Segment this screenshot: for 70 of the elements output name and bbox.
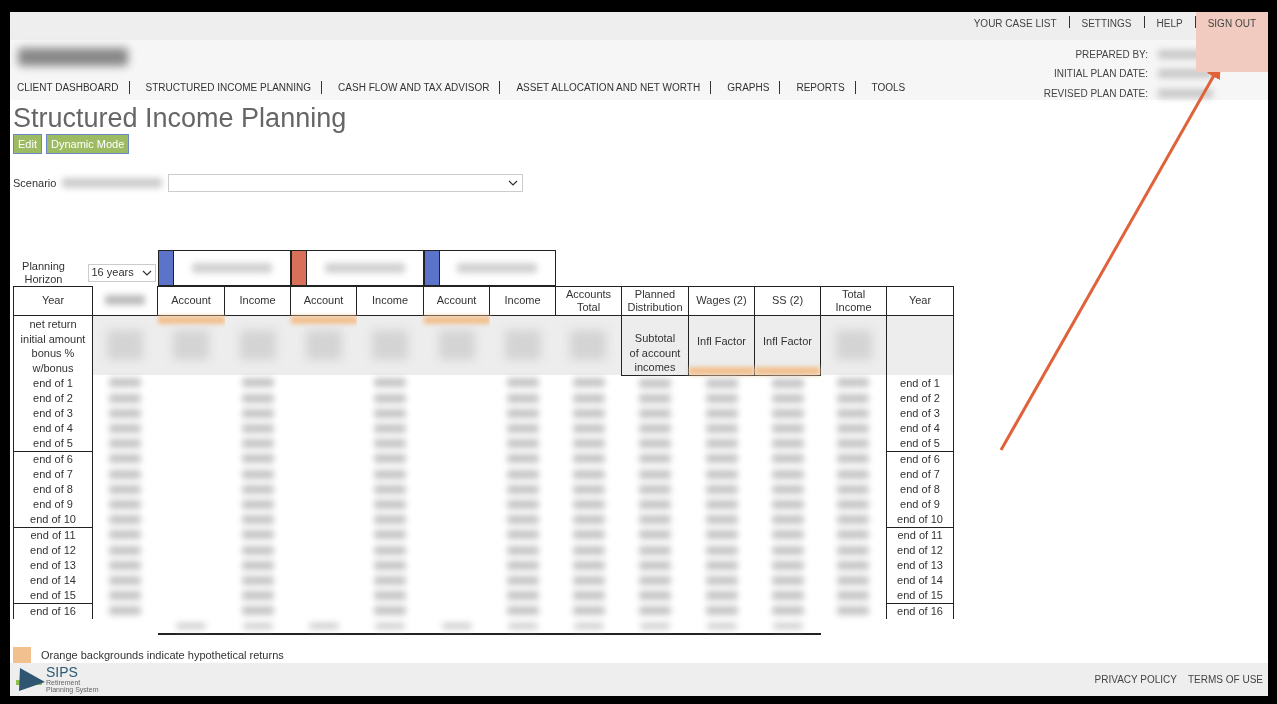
year-cell: end of 9 <box>886 496 954 512</box>
info-label: PREPARED BY: <box>1074 49 1148 61</box>
year-cell: end of 16 <box>13 603 93 619</box>
nav-link[interactable]: REPORTS <box>796 82 855 93</box>
year-cell: end of 3 <box>886 405 954 421</box>
year-cell: end of 5 <box>886 435 954 452</box>
year-cell: end of 4 <box>13 420 93 436</box>
column-header: Planned Distribution <box>621 286 689 316</box>
top-link[interactable]: HELP <box>1144 12 1195 34</box>
column-header: Account <box>423 286 490 316</box>
footer-link[interactable]: TERMS OF USE <box>1188 673 1263 685</box>
year-cell: end of 11 <box>13 527 93 543</box>
legend-text: Orange backgrounds indicate hypothetical returns <box>41 648 284 661</box>
top-link[interactable]: SETTINGS <box>1069 12 1144 34</box>
nav-link[interactable]: GRAPHS <box>727 82 780 93</box>
year-cell: end of 16 <box>886 603 954 619</box>
year-cell: end of 12 <box>886 542 954 558</box>
year-cell: end of 7 <box>13 466 93 482</box>
year-cell: end of 8 <box>886 481 954 497</box>
top-link[interactable]: YOUR CASE LIST <box>961 12 1069 34</box>
year-cell: end of 15 <box>886 587 954 604</box>
nav-link[interactable]: STRUCTURED INCOME PLANNING <box>145 82 322 93</box>
year-cell: end of 6 <box>886 451 954 467</box>
year-cell: end of 6 <box>13 451 93 467</box>
year-cell: end of 7 <box>886 466 954 482</box>
year-cell: end of 11 <box>886 527 954 543</box>
year-cell: end of 13 <box>13 557 93 573</box>
nav-link[interactable]: CLIENT DASHBOARD <box>17 82 129 93</box>
year-cell: end of 10 <box>13 511 93 528</box>
column-header: Year <box>13 286 93 316</box>
footer-link[interactable]: PRIVACY POLICY <box>1094 673 1177 685</box>
page-title: Structured Income Planning <box>13 101 348 134</box>
column-header: Account <box>290 286 357 316</box>
year-cell: end of 3 <box>13 405 93 421</box>
column-header: Income <box>224 286 291 316</box>
year-cell: end of 8 <box>13 481 93 497</box>
column-header: Total Income <box>820 286 887 316</box>
logo-name: SIPS <box>46 665 78 680</box>
year-cell: end of 4 <box>886 420 954 436</box>
info-label: INITIAL PLAN DATE: <box>1053 68 1148 80</box>
planning-horizon-select[interactable]: 16 years <box>87 263 156 282</box>
year-cell: end of 1 <box>13 375 93 391</box>
info-cell-text: Infl Factor <box>696 333 747 349</box>
top-link[interactable]: SIGN OUT <box>1195 12 1268 72</box>
year-cell: end of 13 <box>886 557 954 573</box>
year-cell: end of 9 <box>13 496 93 512</box>
scenario-label: Scenario <box>13 176 57 189</box>
column-header: Income <box>489 286 556 316</box>
year-cell: end of 12 <box>13 542 93 558</box>
nav-link[interactable]: TOOLS <box>871 82 916 93</box>
planning-horizon-label: Planning Horizon <box>21 259 66 286</box>
year-cell: end of 10 <box>886 511 954 528</box>
year-cell: end of 5 <box>13 435 93 452</box>
column-header: Accounts Total <box>555 286 622 316</box>
year-cell: end of 15 <box>13 587 93 604</box>
column-header: Account <box>157 286 225 316</box>
info-cell-text: Infl Factor <box>762 333 813 349</box>
info-cell-text: Subtotal of account incomes <box>628 331 682 375</box>
info-label: REVISED PLAN DATE: <box>1043 87 1148 99</box>
column-header: Year <box>886 286 954 316</box>
year-cell: end of 1 <box>886 375 954 391</box>
nav-link[interactable]: ASSET ALLOCATION AND NET WORTH <box>516 82 711 93</box>
column-header: Wages (2) <box>688 286 755 316</box>
year-cell: end of 14 <box>886 572 954 588</box>
year-cell: end of 14 <box>13 572 93 588</box>
year-cell: end of 2 <box>13 390 93 406</box>
nav-link[interactable]: CASH FLOW AND TAX ADVISOR <box>338 82 500 93</box>
year-cell: end of 2 <box>886 390 954 406</box>
column-header: SS (2) <box>754 286 821 316</box>
column-header: Income <box>356 286 424 316</box>
